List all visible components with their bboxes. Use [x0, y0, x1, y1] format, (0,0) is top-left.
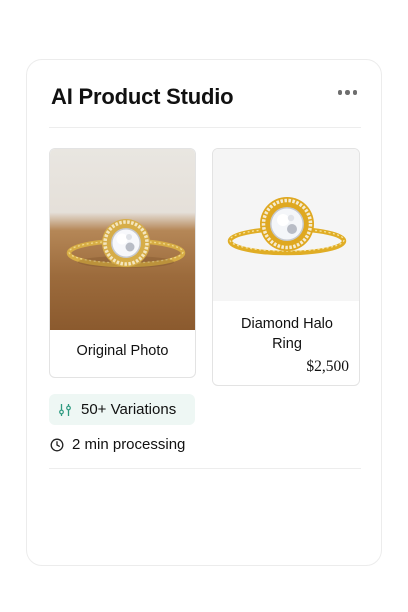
original-photo-image: [50, 149, 195, 330]
processing-time: 2 min processing: [50, 436, 185, 453]
more-options-icon[interactable]: [337, 90, 357, 95]
original-photo-tile[interactable]: Original Photo: [49, 148, 196, 378]
original-photo-label: Original Photo: [76, 343, 169, 359]
product-image: [213, 149, 359, 301]
clock-icon: [50, 438, 64, 451]
footer-divider: [49, 468, 361, 469]
product-studio-card: AI Product Studio Original Photo Diamond…: [26, 59, 382, 566]
variations-badge: 50+ Variations: [49, 394, 195, 425]
ring-product-image: [227, 197, 347, 256]
card-title: AI Product Studio: [51, 84, 234, 109]
ring-on-wood-image: [66, 219, 186, 268]
processing-text: 2 min processing: [72, 436, 186, 453]
product-name: Diamond Halo Ring: [241, 316, 333, 352]
header-divider: [49, 127, 361, 128]
product-price: $2,500: [306, 358, 349, 375]
product-tile[interactable]: Diamond Halo Ring $2,500: [212, 148, 360, 386]
variations-icon: [59, 403, 71, 416]
variations-text: 50+ Variations: [81, 401, 177, 418]
